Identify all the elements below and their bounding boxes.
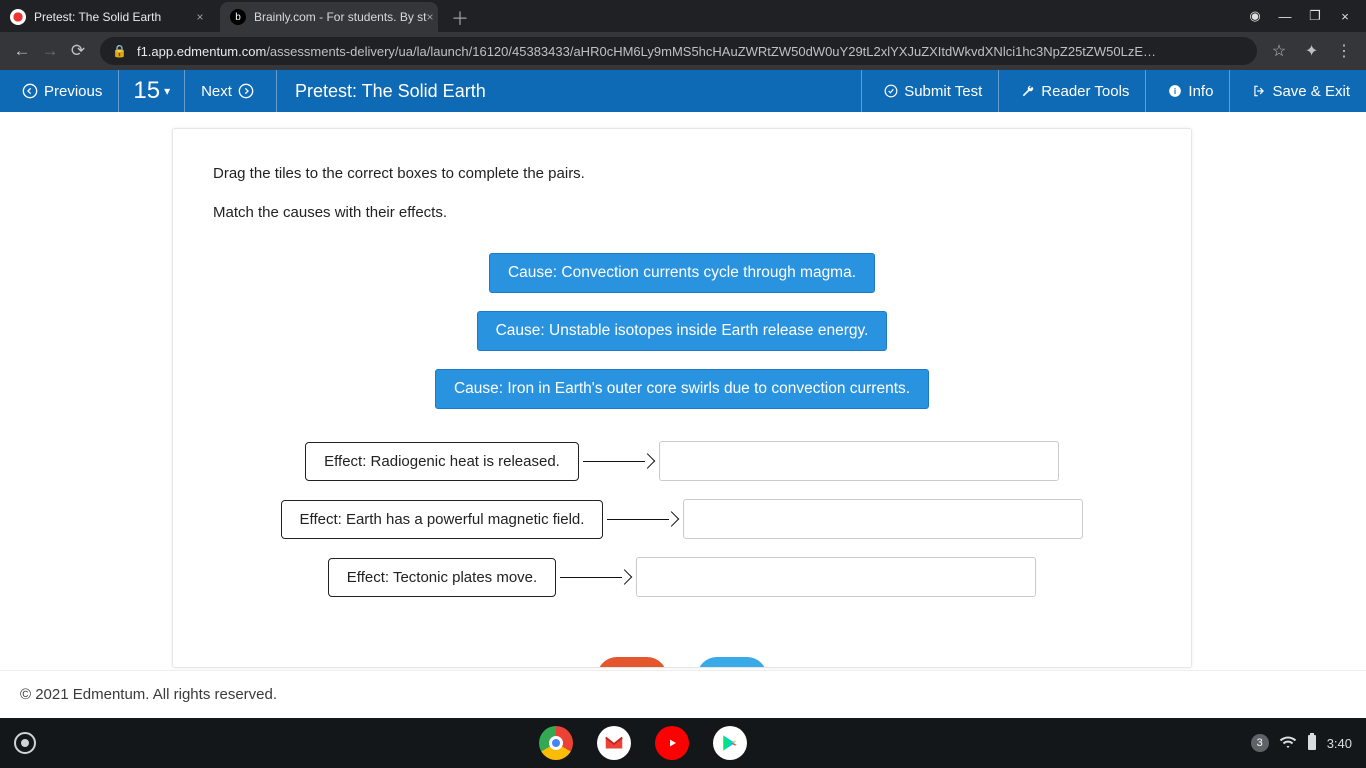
gmail-app-icon[interactable] [597,726,631,760]
arrow-left-circle-icon [22,83,38,99]
window-controls: ◉ — ❐ × [1240,0,1366,32]
cause-tile[interactable]: Cause: Iron in Earth's outer core swirls… [435,369,929,409]
exit-icon [1252,84,1266,98]
match-pairs-container: Effect: Radiogenic heat is released. Eff… [213,441,1151,597]
arrow-right-circle-icon [238,83,254,99]
arrow-right-icon [583,460,655,462]
maximize-icon[interactable]: ❐ [1300,8,1330,24]
browser-toolbar: ← → ⟳ 🔒 f1.app.edmentum.com/assessments-… [0,32,1366,70]
close-icon[interactable]: × [192,9,208,25]
battery-icon [1307,733,1317,754]
question-number-dropdown[interactable]: 15 ▾ [119,70,185,112]
info-icon: i [1168,84,1182,98]
info-button[interactable]: i Info [1145,70,1229,112]
svg-text:i: i [1174,87,1176,96]
question-card: Drag the tiles to the correct boxes to c… [172,128,1192,668]
system-tray[interactable]: 3 3:40 [1251,733,1352,754]
favicon-edmentum [10,9,26,25]
browser-tab[interactable]: b Brainly.com - For students. By st × [220,2,438,32]
new-tab-button[interactable]: ＋ [446,4,474,32]
favicon-brainly: b [230,9,246,25]
stop-casting-icon[interactable]: ◉ [1240,8,1270,24]
address-bar[interactable]: 🔒 f1.app.edmentum.com/assessments-delive… [100,37,1257,65]
arrow-right-icon [607,518,679,520]
match-row: Effect: Earth has a powerful magnetic fi… [281,499,1084,539]
instruction-line-2: Match the causes with their effects. [213,204,1151,221]
close-icon[interactable]: × [427,9,434,25]
kebab-menu-icon[interactable]: ⋮ [1330,41,1358,61]
browser-tab-active[interactable]: Pretest: The Solid Earth × [0,2,218,32]
lock-icon: 🔒 [112,44,127,58]
previous-button[interactable]: Previous [0,70,119,112]
chevron-down-icon: ▾ [164,84,170,98]
cause-tile[interactable]: Cause: Convection currents cycle through… [489,253,875,293]
save-exit-button[interactable]: Save & Exit [1229,70,1366,112]
check-circle-icon [884,84,898,98]
instructions: Drag the tiles to the correct boxes to c… [213,165,1151,221]
launcher-icon[interactable] [14,732,36,754]
next-label: Next [201,83,232,100]
page-title: Pretest: The Solid Earth [277,70,861,112]
next-q-button[interactable] [697,657,767,668]
submit-label: Submit Test [904,83,982,100]
play-store-app-icon[interactable] [713,726,747,760]
footer: © 2021 Edmentum. All rights reserved. [0,670,1366,718]
extensions-icon[interactable]: ✦ [1298,41,1326,61]
reload-button[interactable]: ⟳ [64,41,92,61]
card-bottom-buttons [173,657,1191,668]
question-stage: Drag the tiles to the correct boxes to c… [0,112,1366,670]
copyright-text: © 2021 Edmentum. All rights reserved. [20,686,277,703]
browser-tab-strip: Pretest: The Solid Earth × b Brainly.com… [0,0,1366,32]
effect-label: Effect: Radiogenic heat is released. [305,442,579,481]
drop-target[interactable] [683,499,1083,539]
back-button[interactable]: ← [8,41,36,61]
minimize-icon[interactable]: — [1270,9,1300,24]
info-label: Info [1188,83,1213,100]
tab-title: Brainly.com - For students. By st [254,10,427,24]
close-window-icon[interactable]: × [1330,9,1360,24]
notification-badge: 3 [1251,734,1269,752]
clock: 3:40 [1327,736,1352,751]
reader-tools-label: Reader Tools [1041,83,1129,100]
drop-target[interactable] [636,557,1036,597]
question-number: 15 [133,77,160,105]
submit-test-button[interactable]: Submit Test [861,70,998,112]
cause-tile[interactable]: Cause: Unstable isotopes inside Earth re… [477,311,888,351]
chrome-app-icon[interactable] [539,726,573,760]
shelf-apps [539,726,747,760]
save-exit-label: Save & Exit [1272,83,1350,100]
forward-button[interactable]: → [36,41,64,61]
assessment-nav-bar: Previous 15 ▾ Next Pretest: The Solid Ea… [0,70,1366,112]
reset-button[interactable] [597,657,667,668]
arrow-right-icon [560,576,632,578]
reader-tools-button[interactable]: Reader Tools [998,70,1145,112]
wrench-icon [1021,84,1035,98]
next-button[interactable]: Next [185,70,277,112]
tab-title: Pretest: The Solid Earth [34,10,192,24]
youtube-app-icon[interactable] [655,726,689,760]
bookmark-star-icon[interactable]: ☆ [1265,41,1293,61]
match-row: Effect: Radiogenic heat is released. [305,441,1059,481]
effect-label: Effect: Earth has a powerful magnetic fi… [281,500,604,539]
draggable-tiles-container: Cause: Convection currents cycle through… [213,253,1151,409]
url-host: f1.app.edmentum.com [137,44,266,59]
effect-label: Effect: Tectonic plates move. [328,558,556,597]
match-row: Effect: Tectonic plates move. [328,557,1036,597]
os-shelf: 3 3:40 [0,718,1366,768]
drop-target[interactable] [659,441,1059,481]
previous-label: Previous [44,83,102,100]
url-path: /assessments-delivery/ua/la/launch/16120… [266,44,1156,59]
wifi-icon [1279,733,1297,754]
instruction-line-1: Drag the tiles to the correct boxes to c… [213,165,1151,182]
